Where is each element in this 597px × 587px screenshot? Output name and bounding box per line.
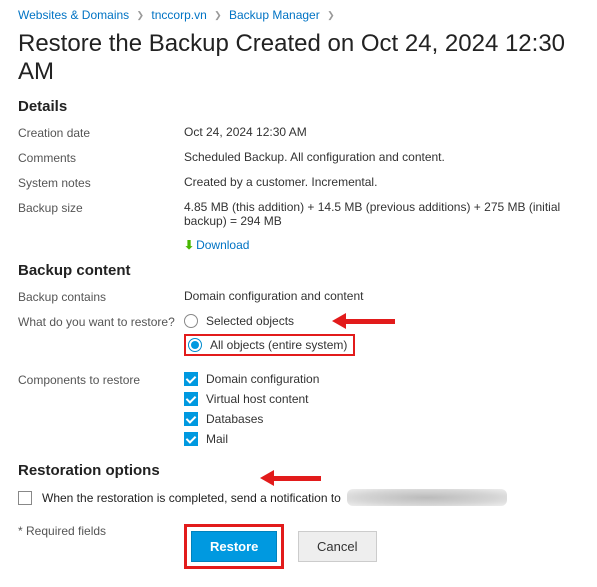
section-details: Details: [18, 98, 579, 115]
breadcrumb-domain[interactable]: tnccorp.vn: [151, 8, 206, 22]
checkbox-domain-config[interactable]: [184, 372, 198, 386]
download-link[interactable]: ⬇Download: [184, 238, 249, 252]
checkbox-databases[interactable]: [184, 412, 198, 426]
chevron-right-icon: ❯: [210, 10, 226, 21]
required-fields-note: * Required fields: [18, 524, 184, 538]
download-icon: ⬇: [184, 238, 194, 252]
notification-label: When the restoration is completed, send …: [42, 491, 341, 505]
label-restore-what: What do you want to restore?: [18, 314, 184, 329]
radio-selected-objects[interactable]: [184, 314, 198, 328]
page-title: Restore the Backup Created on Oct 24, 20…: [18, 30, 579, 86]
breadcrumb: Websites & Domains ❯ tnccorp.vn ❯ Backup…: [18, 4, 579, 28]
label-creation-date: Creation date: [18, 125, 184, 140]
radio-all-objects[interactable]: [188, 338, 202, 352]
highlight-all-objects: All objects (entire system): [184, 334, 355, 356]
annotation-arrow-icon: [332, 313, 395, 329]
value-creation-date: Oct 24, 2024 12:30 AM: [184, 125, 579, 139]
checkbox-domain-config-label: Domain configuration: [206, 372, 319, 386]
breadcrumb-backup-manager[interactable]: Backup Manager: [229, 8, 320, 22]
chevron-right-icon: ❯: [133, 10, 149, 21]
checkbox-virtual-host[interactable]: [184, 392, 198, 406]
radio-all-objects-label: All objects (entire system): [210, 338, 347, 352]
restore-button[interactable]: Restore: [191, 531, 277, 562]
checkbox-virtual-host-label: Virtual host content: [206, 392, 309, 406]
value-comments: Scheduled Backup. All configuration and …: [184, 150, 579, 164]
label-backup-size: Backup size: [18, 200, 184, 215]
annotation-arrow-icon: [260, 470, 321, 486]
checkbox-send-notification[interactable]: [18, 491, 32, 505]
checkbox-mail-label: Mail: [206, 432, 228, 446]
highlight-restore-button: Restore: [184, 524, 284, 569]
label-comments: Comments: [18, 150, 184, 165]
checkbox-mail[interactable]: [184, 432, 198, 446]
notification-email-field[interactable]: [347, 489, 507, 506]
value-backup-contains: Domain configuration and content: [184, 289, 579, 303]
value-system-notes: Created by a customer. Incremental.: [184, 175, 579, 189]
radio-selected-objects-label: Selected objects: [206, 314, 294, 328]
label-backup-contains: Backup contains: [18, 289, 184, 304]
cancel-button[interactable]: Cancel: [298, 531, 376, 562]
breadcrumb-websites[interactable]: Websites & Domains: [18, 8, 129, 22]
label-components: Components to restore: [18, 372, 184, 387]
section-backup-content: Backup content: [18, 262, 579, 279]
download-label: Download: [196, 238, 249, 252]
chevron-right-icon: ❯: [323, 10, 339, 21]
label-system-notes: System notes: [18, 175, 184, 190]
checkbox-databases-label: Databases: [206, 412, 263, 426]
value-backup-size: 4.85 MB (this addition) + 14.5 MB (previ…: [184, 200, 579, 228]
